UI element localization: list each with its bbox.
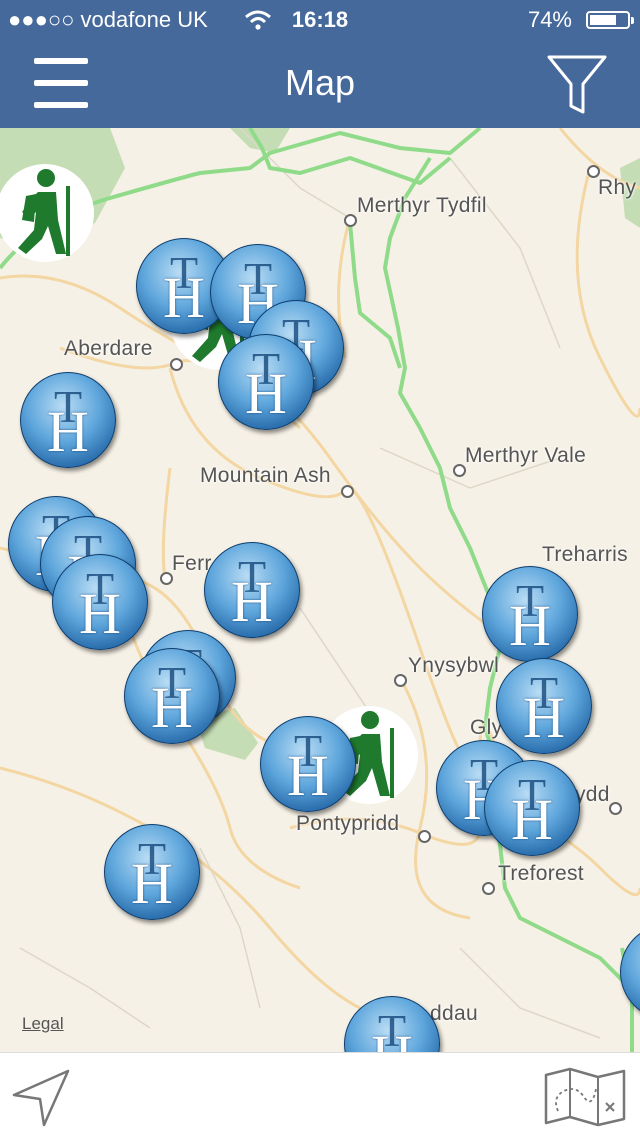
map-view[interactable]: Merthyr Tydfil Rhy Aberdare Mountain Ash… xyxy=(0,128,640,1052)
place-dot xyxy=(341,485,354,498)
place-label: Merthyr Vale xyxy=(465,444,587,467)
hotel-marker-letter: H xyxy=(621,950,640,1017)
hotel-marker[interactable]: TH xyxy=(260,716,356,812)
battery-level-fill xyxy=(590,15,616,25)
hotel-marker[interactable]: TH xyxy=(104,824,200,920)
place-dot xyxy=(394,674,407,687)
status-bar: ●●●○○ vodafone UK 16:18 74% xyxy=(0,0,640,40)
hotel-marker[interactable]: TH xyxy=(124,648,220,744)
location-arrow-icon[interactable] xyxy=(10,1067,72,1129)
bottom-toolbar xyxy=(0,1052,640,1137)
place-dot xyxy=(482,882,495,895)
hotel-marker-letter: H xyxy=(231,569,273,634)
hotel-marker[interactable]: TH xyxy=(482,566,578,662)
hotel-marker-letter: H xyxy=(523,685,565,750)
place-label: Treforest xyxy=(498,862,584,885)
place-label: Aberdare xyxy=(64,337,153,360)
hotel-marker-letter: H xyxy=(79,581,121,646)
hotel-marker[interactable]: TH xyxy=(496,658,592,754)
hotel-marker-letter: H xyxy=(345,1022,439,1052)
page-title: Map xyxy=(284,62,356,103)
hotel-marker[interactable]: TH xyxy=(20,372,116,468)
place-label: Merthyr Tydfil xyxy=(357,194,487,217)
hotel-marker-letter: H xyxy=(47,399,89,464)
hotel-marker[interactable]: TH xyxy=(620,924,640,1020)
hotel-marker-letter: H xyxy=(131,851,173,916)
hiking-marker[interactable] xyxy=(0,164,94,262)
place-label: Treharris xyxy=(542,543,628,566)
place-dot xyxy=(609,802,622,815)
battery-percent: 74% xyxy=(527,7,572,32)
place-label: Mountain Ash xyxy=(200,464,331,487)
hotel-marker-letter: H xyxy=(151,675,193,740)
hiker-icon xyxy=(18,169,70,256)
hotel-marker-letter: H xyxy=(287,743,329,808)
hotel-marker[interactable]: TH xyxy=(52,554,148,650)
hotel-marker-letter: H xyxy=(245,361,287,426)
hotel-marker[interactable]: TH xyxy=(204,542,300,638)
hotel-marker[interactable]: TH xyxy=(344,996,440,1052)
place-label: Pontypridd xyxy=(296,812,400,835)
place-dot xyxy=(344,214,357,227)
filter-funnel-icon[interactable] xyxy=(546,54,608,116)
place-label: Rhy xyxy=(598,176,637,199)
legal-link[interactable]: Legal xyxy=(22,1014,64,1034)
hotel-marker[interactable]: TH xyxy=(218,334,314,430)
place-label: ydd xyxy=(575,783,610,806)
nav-bar: Map xyxy=(0,40,640,128)
place-dot xyxy=(418,830,431,843)
map-type-icon[interactable] xyxy=(544,1067,626,1127)
hotel-marker-letter: H xyxy=(509,593,551,658)
hotel-marker-letter: H xyxy=(511,787,553,852)
hotel-marker[interactable]: TH xyxy=(484,760,580,856)
battery-icon xyxy=(586,11,634,29)
